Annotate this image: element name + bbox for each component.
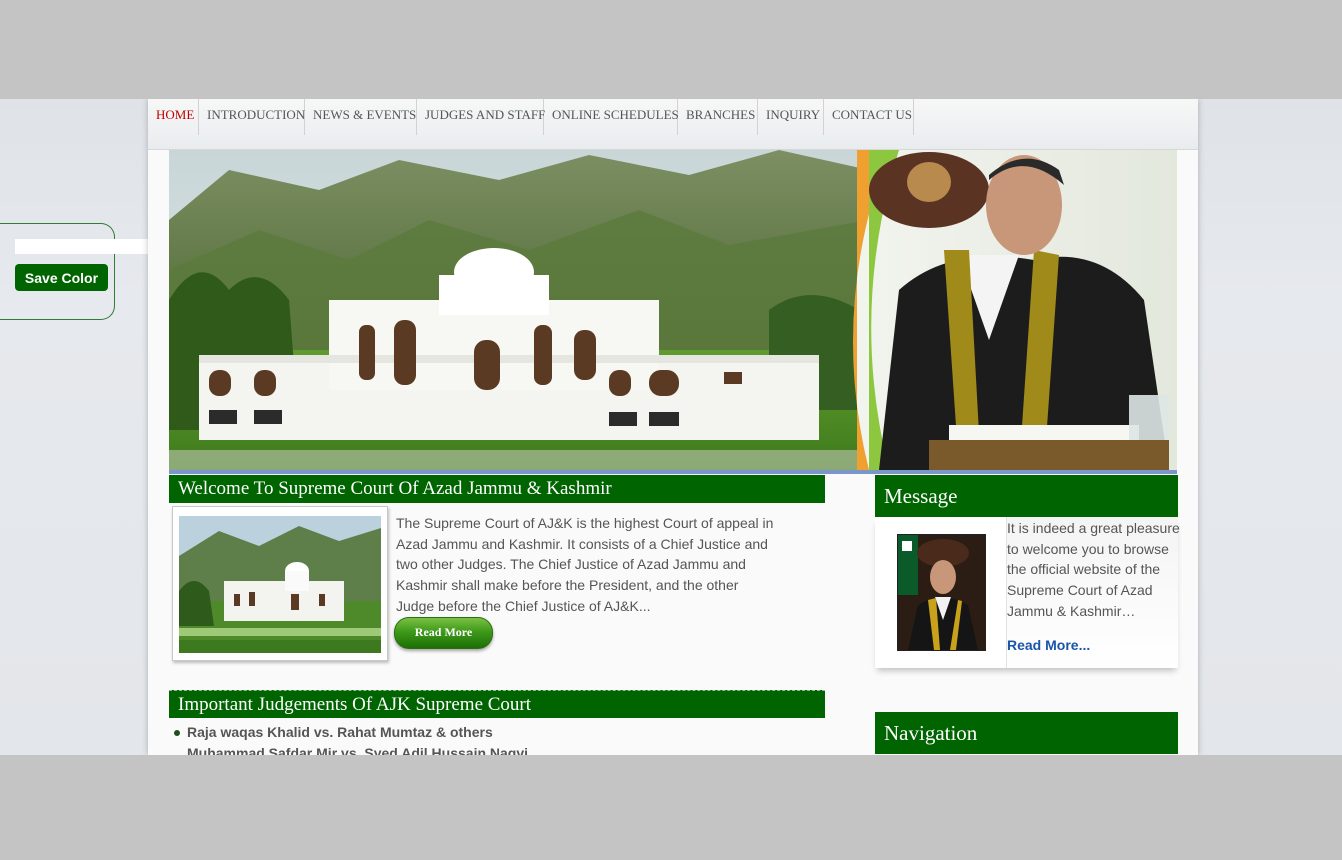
nav-inquiry[interactable]: INQUIRY xyxy=(758,99,824,135)
chief-justice-portrait xyxy=(897,534,986,651)
hero-banner xyxy=(169,150,1177,470)
nav-branches[interactable]: BRANCHES xyxy=(678,99,758,135)
banner-stripe xyxy=(169,470,1177,474)
message-heading: Message xyxy=(875,475,1178,517)
welcome-photo-frame xyxy=(172,506,388,661)
nav-online-schedules[interactable]: ONLINE SCHEDULES xyxy=(544,99,679,135)
nav-judges-staff[interactable]: JUDGES AND STAFF xyxy=(417,99,545,135)
banner-image xyxy=(169,150,1177,470)
message-read-more-link[interactable]: Read More... xyxy=(1007,637,1090,653)
message-photo-card xyxy=(875,517,1007,668)
judgements-heading: Important Judgements Of AJK Supreme Cour… xyxy=(169,690,825,718)
read-more-button[interactable]: Read More xyxy=(394,617,493,649)
welcome-heading: Welcome To Supreme Court Of Azad Jammu &… xyxy=(169,475,825,503)
browser-viewport: Save Color HOME INTRODUCTION NEWS & EVEN… xyxy=(0,99,1342,755)
nav-news-events[interactable]: NEWS & EVENTS xyxy=(305,99,417,135)
save-color-button[interactable]: Save Color xyxy=(15,264,108,291)
welcome-text: The Supreme Court of AJ&K is the highest… xyxy=(396,515,774,614)
court-building-photo xyxy=(179,516,381,653)
nav-introduction[interactable]: INTRODUCTION xyxy=(199,99,305,135)
nav-contact-us[interactable]: CONTACT US xyxy=(824,99,914,135)
navigation-heading: Navigation xyxy=(875,712,1178,754)
main-nav-bar: HOME INTRODUCTION NEWS & EVENTS JUDGES A… xyxy=(148,99,1198,150)
bullet-icon xyxy=(174,730,180,736)
nav-home[interactable]: HOME xyxy=(148,99,199,135)
judgement-link[interactable]: Raja waqas Khalid vs. Rahat Mumtaz & oth… xyxy=(187,724,493,740)
message-text: It is indeed a great pleasure to welcome… xyxy=(1007,520,1180,619)
judgement-link[interactable]: Muhammad Safdar Mir vs. Syed Adil Hussai… xyxy=(187,745,528,755)
page-container: HOME INTRODUCTION NEWS & EVENTS JUDGES A… xyxy=(148,99,1198,755)
